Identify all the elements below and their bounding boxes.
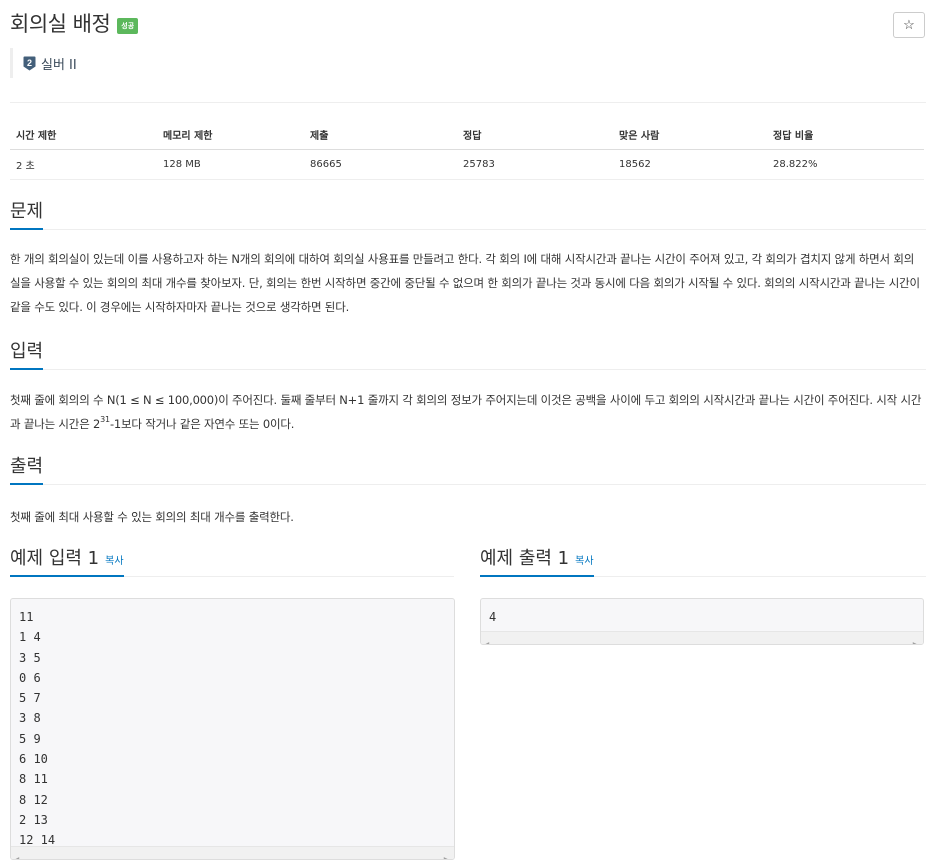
value-accept-ratio: 28.822% (767, 149, 924, 180)
input-description-text-end: -1보다 작거나 같은 자연수 또는 0이다. (109, 417, 295, 431)
output-section-header: 출력 (10, 454, 926, 485)
favorite-star-button[interactable]: ☆ (893, 12, 925, 38)
sample-input-box[interactable]: 11 1 43 50 65 73 85 96 10 8 11 8 12 2 13 12 1… (10, 598, 455, 860)
sample-input-line: 11 (19, 610, 34, 624)
tier-number: 2 (27, 58, 32, 68)
sample-output-box[interactable]: 4 ◀ ▶ (480, 598, 924, 645)
header-submissions: 제출 (304, 120, 457, 150)
sample-input-heading: 예제 입력 1 복사 (10, 546, 124, 577)
sample-input-title: 예제 입력 1 (10, 548, 100, 569)
sample-input-line: 3 8 (19, 711, 41, 726)
header-accept-ratio: 정답 비율 (767, 120, 924, 150)
input-exponent: 31 (100, 415, 110, 425)
output-heading: 출력 (10, 454, 44, 485)
sample-input-line: 6 10 (19, 752, 48, 767)
sample-output-header: 예제 출력 1 복사 (480, 546, 926, 577)
value-accepted: 25783 (457, 149, 613, 180)
sample-input-line: 5 9 (19, 731, 41, 746)
info-table-header-row: 시간 제한 메모리 제한 제출 정답 맞은 사람 정답 비율 (10, 120, 924, 150)
sample-input-line: 3 5 (19, 650, 41, 665)
description-heading: 문제 (10, 199, 44, 230)
sample-input-content: 11 1 43 50 65 73 85 96 10 8 11 8 12 2 13 12 1… (11, 599, 454, 851)
copy-sample-output-link[interactable]: 복사 (575, 556, 593, 567)
sample-output-line: 4 (489, 610, 497, 624)
header-solved-users: 맞은 사람 (613, 120, 767, 150)
sample-input-line: 5 7 (19, 691, 41, 706)
sample-input-header: 예제 입력 1 복사 (10, 546, 454, 577)
sample-output-content: 4 (481, 599, 923, 627)
input-heading: 입력 (10, 339, 44, 370)
scroll-left-icon[interactable]: ◀ (485, 634, 489, 644)
problem-description: 한 개의 회의실이 있는데 이를 사용하고자 하는 N개의 회의에 대하여 회의… (10, 252, 920, 314)
star-outline-icon: ☆ (903, 17, 915, 32)
problem-header: 회의실 배정 성공 (10, 8, 139, 38)
header-memory-limit: 메모리 제한 (157, 120, 304, 150)
value-time-limit: 2 초 (10, 149, 157, 180)
problem-tier[interactable]: 2 실버 II (10, 48, 77, 78)
tier-silver-icon: 2 (23, 56, 36, 70)
value-submissions: 86665 (304, 149, 457, 180)
header-time-limit: 시간 제한 (10, 120, 157, 150)
sample-input-line: 2 13 (19, 812, 48, 827)
value-solved-users: 18562 (613, 149, 767, 180)
copy-sample-input-link[interactable]: 복사 (105, 556, 123, 567)
scroll-right-icon[interactable]: ▶ (444, 849, 448, 859)
info-table-row: 2 초 128 MB 86665 25783 18562 28.822% (10, 149, 924, 180)
sample-output-scrollbar[interactable]: ◀ ▶ (481, 631, 923, 644)
sample-output-heading: 예제 출력 1 복사 (480, 546, 594, 577)
sample-output-title: 예제 출력 1 (480, 548, 570, 569)
scroll-left-icon[interactable]: ◀ (15, 849, 19, 859)
input-section-header: 입력 (10, 339, 926, 370)
output-description: 첫째 줄에 최대 사용할 수 있는 회의의 최대 개수를 출력한다. (10, 510, 294, 524)
sample-input-line: 1 4 (19, 630, 41, 645)
header-accepted: 정답 (457, 120, 613, 150)
problem-title: 회의실 배정 (10, 12, 111, 36)
problem-info-table: 시간 제한 메모리 제한 제출 정답 맞은 사람 정답 비율 2 초 128 M… (10, 120, 924, 180)
scroll-right-icon[interactable]: ▶ (913, 634, 917, 644)
sample-input-line: 0 6 (19, 670, 41, 685)
input-description: 첫째 줄에 회의의 수 N(1 ≤ N ≤ 100,000)이 주어진다. 둘째… (10, 388, 924, 436)
tier-label: 실버 II (41, 57, 77, 73)
sample-input-scrollbar[interactable]: ◀ ▶ (11, 846, 454, 859)
value-memory-limit: 128 MB (157, 149, 304, 180)
sample-input-line: 8 12 (19, 792, 48, 807)
description-section-header: 문제 (10, 199, 926, 230)
result-badge: 성공 (117, 18, 139, 34)
sample-input-line: 8 11 (19, 772, 48, 787)
header-divider (10, 102, 926, 103)
